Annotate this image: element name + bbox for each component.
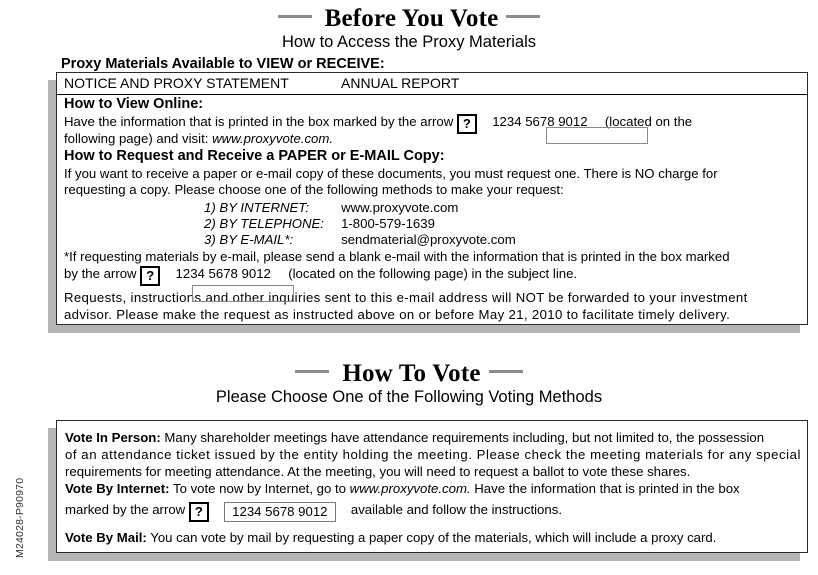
proxyvote-url-vote-internet[interactable]: www.proxyvote.com. xyxy=(350,481,471,496)
control-number-footnote: 1234 5678 9012 xyxy=(175,266,271,281)
vote-by-internet-line2-post: available and follow the instructions. xyxy=(350,502,562,517)
section2-title: How To Vote xyxy=(342,360,481,387)
vote-by-internet-line2-pre: marked by the arrow xyxy=(65,502,186,517)
doc-type-notice-proxy-statement: NOTICE AND PROXY STATEMENT xyxy=(64,75,289,91)
control-number-vote-box[interactable]: 1234 5678 9012 xyxy=(224,502,336,522)
section1-title-block: Before You Vote xyxy=(0,6,818,31)
vote-by-internet-line1: Vote By Internet: To vote now by Interne… xyxy=(65,481,740,498)
arrow-marker-icon-footnote: ? xyxy=(140,266,161,286)
method-label-telephone: BY TELEPHONE: xyxy=(219,216,324,231)
request-copy-line2: requesting a copy. Please choose one of … xyxy=(64,182,564,197)
title-rule-right xyxy=(506,14,541,18)
vote-in-person-line1: Vote In Person: Many shareholder meeting… xyxy=(65,430,764,447)
arrow-marker-icon: ? xyxy=(456,114,477,134)
email-footnote-line1: *If requesting materials by e-mail, plea… xyxy=(64,249,730,264)
title2-rule-left xyxy=(295,369,330,373)
vote-in-person-line2: of an attendance ticket issued by the en… xyxy=(65,447,802,462)
how-to-view-online-heading: How to View Online: xyxy=(64,96,204,112)
email-footnote-line2-pre: by the arrow xyxy=(64,266,137,281)
method-label-internet: BY INTERNET: xyxy=(219,200,310,215)
method-value-internet[interactable]: www.proxyvote.com xyxy=(341,200,458,215)
method-number-3: 3) xyxy=(204,232,216,247)
closing-line2: advisor. Please make the request as inst… xyxy=(64,307,731,322)
section1-subtitle: How to Access the Proxy Materials xyxy=(281,33,536,51)
doc-type-divider xyxy=(57,94,807,95)
vote-by-mail-line1: Vote By Mail: You can vote by mail by re… xyxy=(65,530,716,547)
vote-in-person-text1: Many shareholder meetings have attendanc… xyxy=(164,430,765,445)
document-side-code: M24028-P90970 xyxy=(14,477,26,558)
method-label-email: BY E-MAIL*: xyxy=(219,232,294,247)
arrow-marker-icon-vote: ? xyxy=(188,502,209,522)
vote-by-mail-text: You can vote by mail by requesting a pap… xyxy=(150,530,717,545)
proxyvote-url-view-online[interactable]: www.proxyvote.com. xyxy=(212,131,333,146)
view-online-line2-pre: following page) and visit: xyxy=(64,131,209,146)
vote-by-internet-text-pre: To vote now by Internet, go to xyxy=(172,481,346,496)
request-method-telephone: 2) BY TELEPHONE: 1-800-579-1639 xyxy=(204,216,435,233)
email-footnote-line2: by the arrow ? 1234 5678 9012 (located o… xyxy=(64,266,577,286)
signature-overlay-box[interactable] xyxy=(192,285,294,302)
vote-in-person-label: Vote In Person: xyxy=(65,430,161,445)
request-method-email: 3) BY E-MAIL*: sendmaterial@proxyvote.co… xyxy=(204,232,516,249)
title-rule-left xyxy=(277,14,312,18)
vote-by-internet-text-post: Have the information that is printed in … xyxy=(474,481,740,496)
email-footnote-line2-post: (located on the following page) in the s… xyxy=(288,266,578,281)
view-online-line1-pre: Have the information that is printed in … xyxy=(64,114,454,129)
request-method-internet: 1) BY INTERNET: www.proxyvote.com xyxy=(204,200,458,217)
how-to-request-heading: How to Request and Receive a PAPER or E-… xyxy=(64,148,445,164)
method-value-email[interactable]: sendmaterial@proxyvote.com xyxy=(341,232,516,247)
vote-by-internet-line2: marked by the arrow ? 1234 5678 9012 ava… xyxy=(65,502,562,522)
vote-in-person-line3: requirements for meeting attendance. At … xyxy=(65,464,691,479)
section1-title: Before You Vote xyxy=(324,5,499,32)
section2-subtitle: Please Choose One of the Following Votin… xyxy=(215,388,603,406)
method-number-1: 1) xyxy=(204,200,216,215)
proxy-materials-available-heading: Proxy Materials Available to VIEW or REC… xyxy=(61,56,385,72)
closing-line1: Requests, instructions and other inquiri… xyxy=(64,290,748,305)
title2-rule-right xyxy=(488,369,523,373)
method-value-telephone[interactable]: 1-800-579-1639 xyxy=(341,216,435,231)
view-online-line2: following page) and visit: www.proxyvote… xyxy=(64,131,333,148)
vote-by-internet-label: Vote By Internet: xyxy=(65,481,170,496)
section2-title-block: How To Vote xyxy=(0,361,818,386)
method-number-2: 2) xyxy=(204,216,216,231)
vote-by-mail-label: Vote By Mail: xyxy=(65,530,147,545)
control-number-entry-box[interactable] xyxy=(546,127,648,144)
doc-type-annual-report: ANNUAL REPORT xyxy=(341,75,460,91)
request-copy-line1: If you want to receive a paper or e-mail… xyxy=(64,166,718,181)
